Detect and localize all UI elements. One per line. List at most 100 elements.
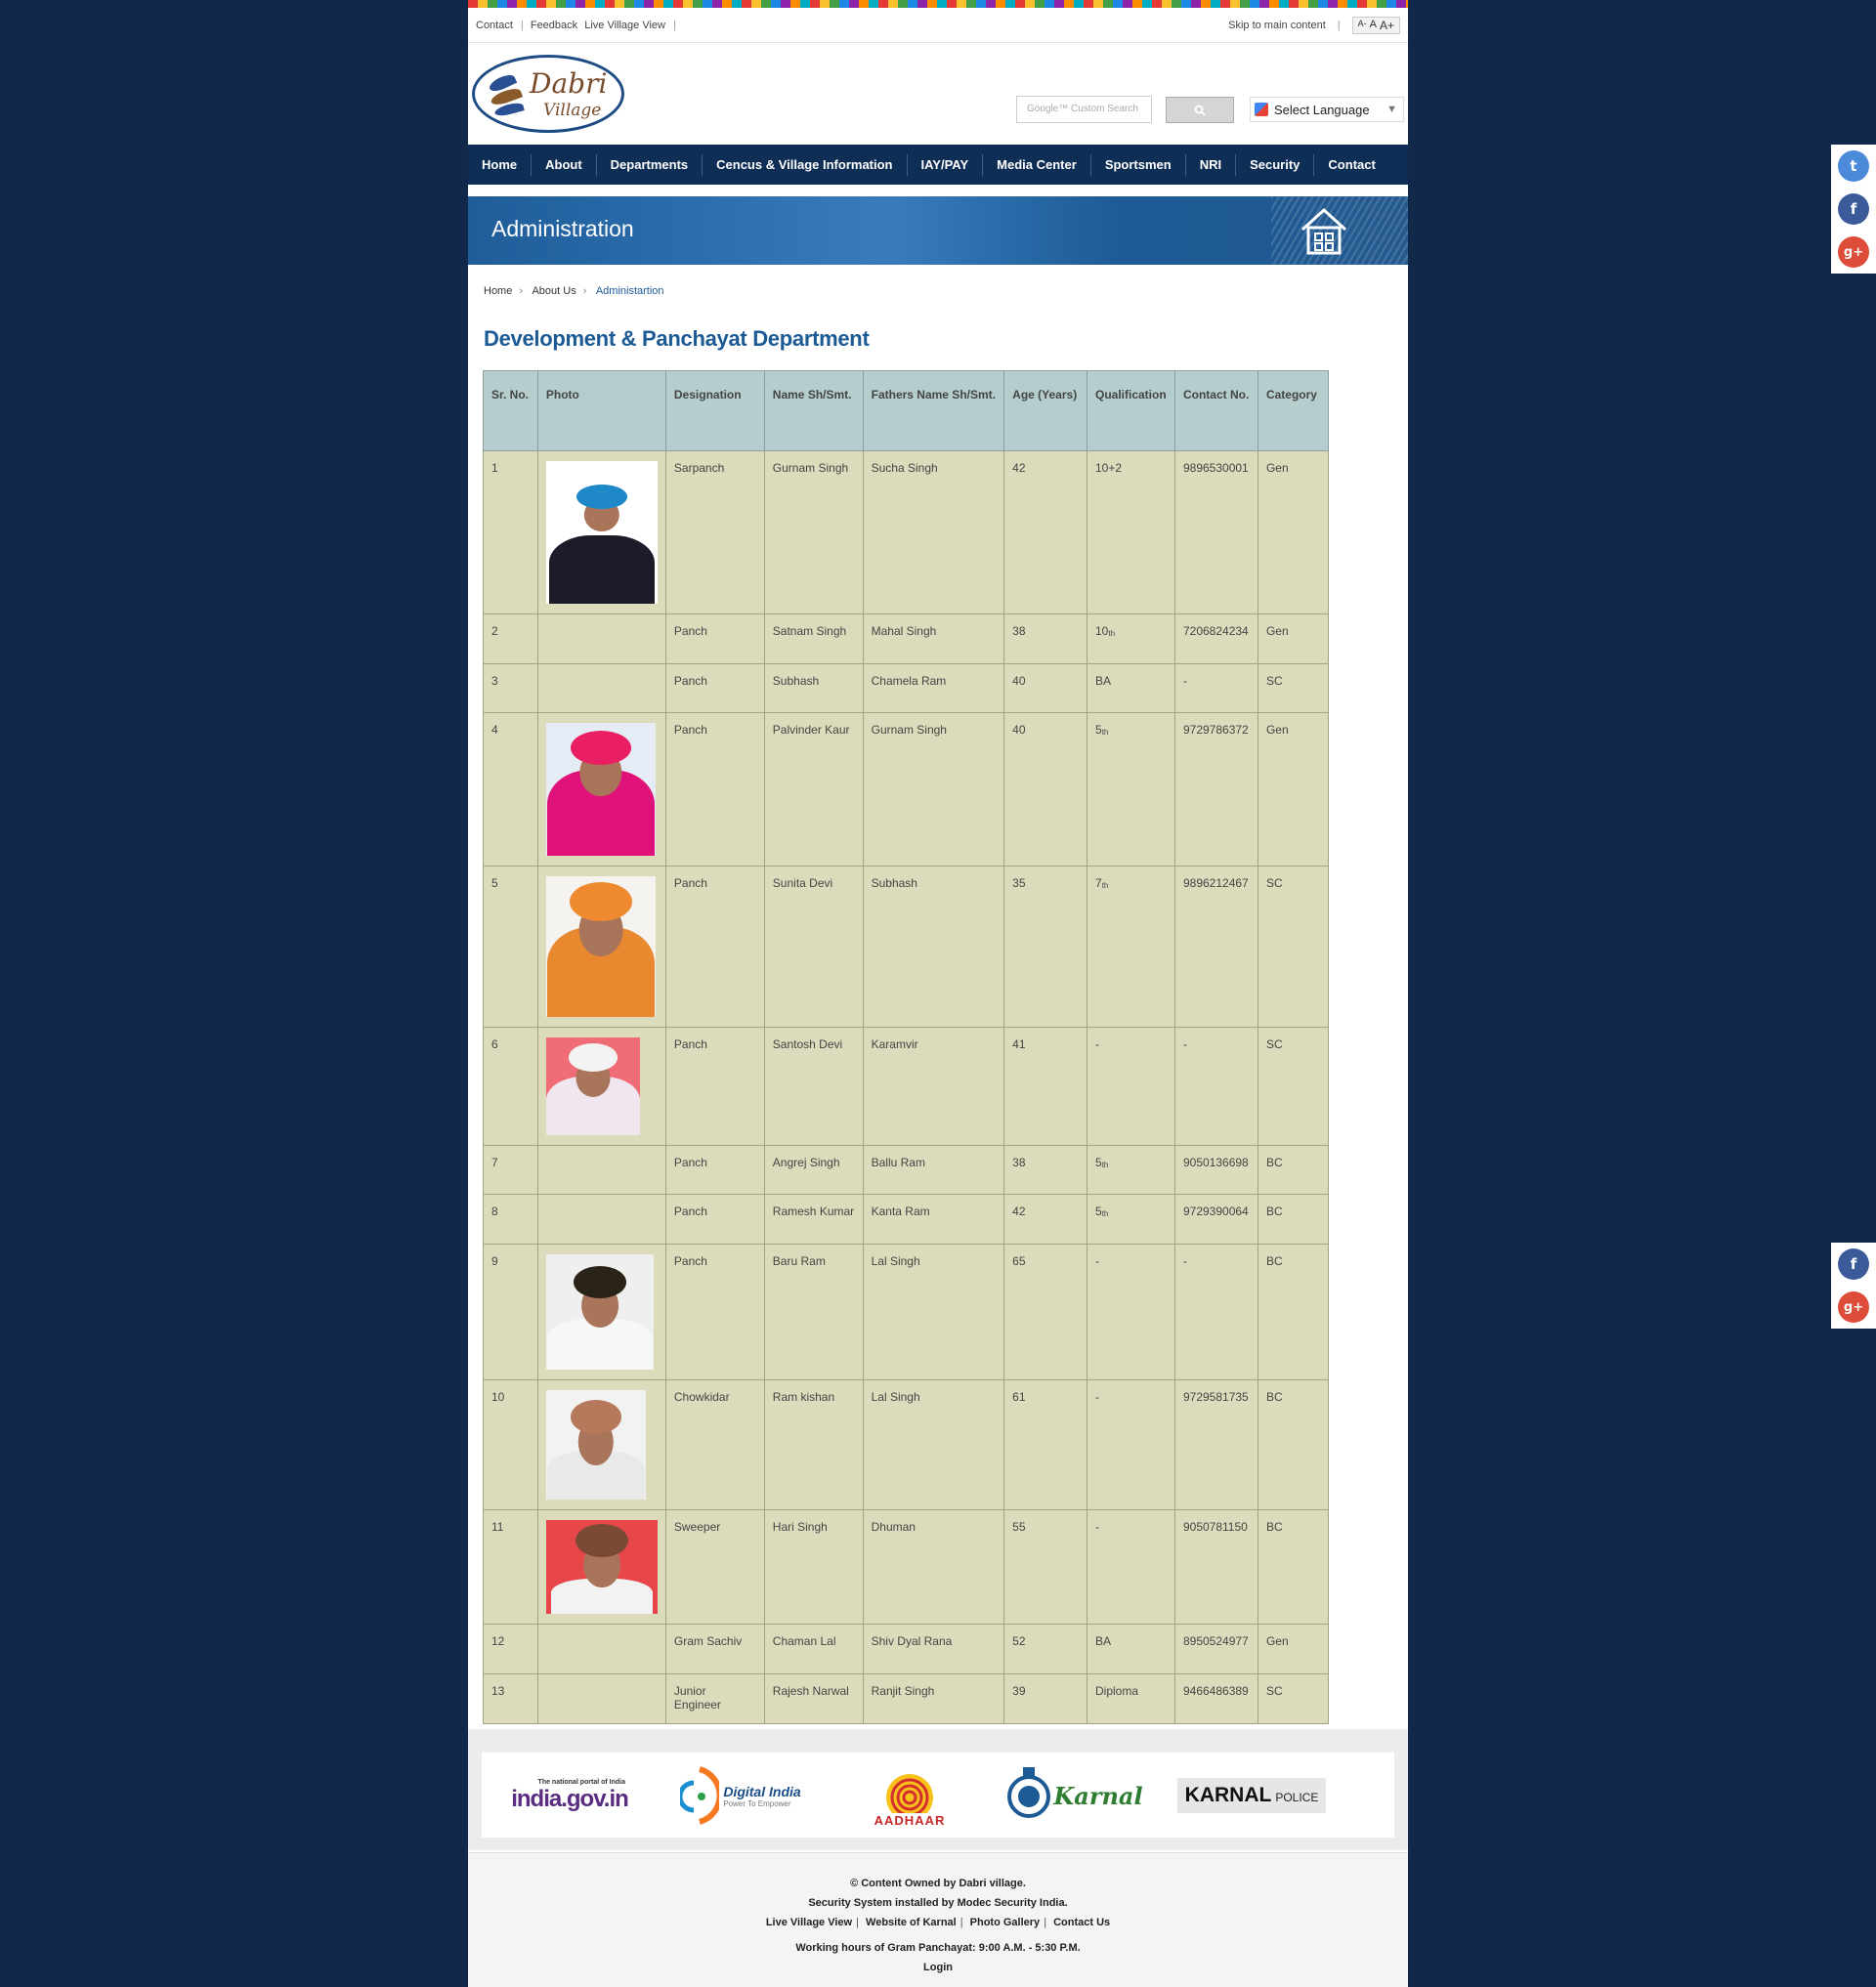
cell-photo (536, 1145, 666, 1195)
cell-qualification: BA (1087, 663, 1175, 713)
nav-home[interactable]: Home (468, 153, 533, 176)
cell-category: BC (1257, 1194, 1330, 1245)
nav-media-center[interactable]: Media Center (983, 153, 1091, 176)
cell-designation: Panch (664, 1244, 765, 1380)
footer-link-live-view[interactable]: Live Village View (766, 1917, 852, 1928)
india-gov-logo[interactable]: The national portal of India india.gov.i… (506, 1753, 633, 1839)
nav-census[interactable]: Cencus & Village Information (703, 153, 908, 176)
member-photo (545, 461, 658, 604)
nav-contact[interactable]: Contact (1314, 154, 1388, 176)
cell-category: Gen (1257, 450, 1330, 614)
footer-links: Live Village View | Website of Karnal | Ph… (765, 1917, 1111, 1928)
cell-category: BC (1257, 1379, 1330, 1510)
google-plus-share-icon[interactable]: g+ (1838, 1291, 1869, 1323)
nav-iay-pay[interactable]: IAY/PAY (908, 153, 984, 176)
nav-about[interactable]: About (532, 153, 597, 176)
qualification-value: BA (1095, 674, 1112, 688)
cell-father-name: Chamela Ram (862, 663, 1005, 713)
footer-login-link[interactable]: Login (468, 1958, 1408, 1977)
footer-security: Security System installed by Modec Secur… (808, 1897, 1068, 1909)
aadhaar-logo[interactable]: AADHAAR (851, 1753, 968, 1839)
cell-photo (536, 663, 666, 713)
cell-age: 38 (1003, 613, 1087, 664)
nav-sportsmen[interactable]: Sportsmen (1091, 153, 1186, 176)
search-input[interactable]: Google™ Custom Search (1016, 96, 1152, 123)
feedback-link[interactable]: Feedback (531, 20, 577, 31)
cell-category: SC (1257, 1027, 1330, 1146)
cell-father-name: Lal Singh (862, 1379, 1005, 1510)
cell-name: Hari Singh (763, 1509, 864, 1625)
font-decrease-button[interactable]: A- (1358, 19, 1367, 32)
cell-contact: 9729390064 (1173, 1194, 1258, 1245)
cell-photo (536, 712, 666, 867)
google-plus-icon[interactable]: g+ (1838, 236, 1869, 268)
cell-designation: Panch (664, 1194, 765, 1245)
cell-photo (536, 1027, 666, 1146)
language-select[interactable]: Select Language ▼ (1250, 97, 1404, 122)
search-button[interactable] (1166, 97, 1234, 123)
footer-link-karnal[interactable]: Website of Karnal (866, 1917, 957, 1928)
cell-name: Chaman Lal (763, 1624, 864, 1674)
cell-qualification: 10+2 (1087, 450, 1175, 614)
cell-category: SC (1257, 1673, 1330, 1724)
footer-link-contact[interactable]: Contact Us (1053, 1917, 1110, 1928)
logo-text-secondary: Village (543, 101, 602, 120)
cell-name: Santosh Devi (763, 1027, 864, 1146)
qualification-value: BA (1095, 1634, 1112, 1648)
footer-text: © Content Owned by Dabri village. Securi… (468, 1874, 1408, 1977)
breadcrumb-home[interactable]: Home (484, 285, 512, 297)
cell-father-name: Kanta Ram (862, 1194, 1005, 1245)
breadcrumb: Home › About Us › Administartion (484, 285, 664, 297)
table-row: 10 Chowkidar Ram kishan Lal Singh 61- 9729581… (483, 1379, 1330, 1510)
footer-link-gallery[interactable]: Photo Gallery (970, 1917, 1041, 1928)
cell-designation: Panch (664, 1145, 765, 1195)
cell-age: 38 (1003, 1145, 1087, 1195)
language-select-label: Select Language (1274, 102, 1370, 117)
cell-name: Baru Ram (763, 1244, 864, 1380)
india-gov-text: india.gov.in (511, 1785, 629, 1812)
cell-photo (536, 866, 666, 1028)
karnal-logo[interactable]: Karnal (1002, 1753, 1148, 1839)
live-village-view-link[interactable]: Live Village View (584, 20, 665, 31)
cell-contact: - (1173, 663, 1258, 713)
aadhaar-fingerprint-icon (886, 1773, 933, 1813)
header-father-name: Fathers Name Sh/Smt. (862, 370, 1005, 451)
karnal-police-logo[interactable]: KARNAL POLICE (1176, 1753, 1327, 1839)
member-photo (545, 723, 656, 856)
member-photo (545, 876, 656, 1017)
breadcrumb-about[interactable]: About Us (532, 285, 576, 297)
cell-sr-no: 9 (483, 1244, 538, 1380)
staff-table: Sr. No. Photo Designation Name Sh/Smt. F… (483, 370, 1330, 1724)
facebook-share-icon[interactable]: f (1838, 1248, 1869, 1280)
table-row: 11 Sweeper Hari Singh Dhuman 55- 9050781150 BC (483, 1509, 1330, 1625)
cell-age: 41 (1003, 1027, 1087, 1146)
cell-father-name: Karamvir (862, 1027, 1005, 1146)
cell-category: BC (1257, 1509, 1330, 1625)
cell-age: 65 (1003, 1244, 1087, 1380)
cell-age: 52 (1003, 1624, 1087, 1674)
font-normal-button[interactable]: A (1370, 19, 1377, 32)
cell-sr-no: 5 (483, 866, 538, 1028)
cell-father-name: Gurnam Singh (862, 712, 1005, 867)
skip-to-content-link[interactable]: Skip to main content (1228, 20, 1326, 31)
cell-category: BC (1257, 1145, 1330, 1195)
contact-link[interactable]: Contact (476, 20, 513, 31)
cell-photo (536, 613, 666, 664)
qualification-suffix: th (1101, 728, 1109, 737)
karnal-police-text: KARNAL (1184, 1784, 1272, 1806)
cell-name: Angrej Singh (763, 1145, 864, 1195)
font-increase-button[interactable]: A+ (1380, 19, 1394, 32)
member-photo (545, 1520, 658, 1614)
social-sidebar-top: t f g+ (1831, 145, 1876, 274)
nav-nri[interactable]: NRI (1186, 153, 1237, 176)
qualification-value: 5 (1095, 1205, 1102, 1218)
page-title: Administration (491, 216, 634, 241)
twitter-icon[interactable]: t (1838, 150, 1869, 182)
nav-security[interactable]: Security (1236, 153, 1315, 176)
cell-category: SC (1257, 663, 1330, 713)
dabri-village-logo[interactable]: Dabri Village (472, 55, 624, 133)
nav-departments[interactable]: Departments (597, 153, 704, 176)
cell-sr-no: 12 (483, 1624, 538, 1674)
facebook-icon[interactable]: f (1838, 193, 1869, 225)
digital-india-logo[interactable]: Digital India Power To Empower (667, 1753, 814, 1839)
